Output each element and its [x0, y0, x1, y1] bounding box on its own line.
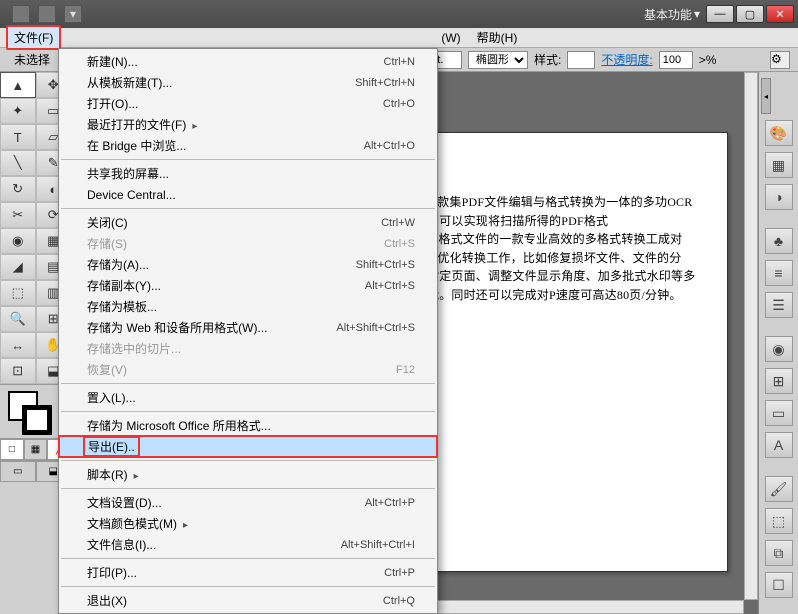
tool-20[interactable]: ↔ — [0, 332, 36, 358]
menu-item-恢复V: 恢复(V)F12 — [59, 359, 437, 380]
menu-item-存储副本Y[interactable]: 存储副本(Y)...Alt+Ctrl+S — [59, 275, 437, 296]
tool-12[interactable]: ◉ — [0, 228, 36, 254]
tool-6[interactable]: ╲ — [0, 150, 36, 176]
menu-item-退出X[interactable]: 退出(X)Ctrl+Q — [59, 590, 437, 611]
menu-item-存储为-Microsoft-Office-所用格式[interactable]: 存储为 Microsoft Office 所用格式... — [59, 415, 437, 436]
menu-bar: 文件(F) (W) 帮助(H) — [0, 28, 798, 48]
tool-18[interactable]: 🔍 — [0, 306, 36, 332]
shape-select[interactable]: 椭圆形 — [468, 51, 528, 69]
dock-collapse[interactable]: ◂ — [761, 78, 771, 114]
stroke-swatch[interactable] — [22, 405, 52, 435]
menu-window[interactable]: (W) — [435, 29, 466, 47]
color-mode-1[interactable]: □ — [0, 439, 24, 460]
menu-item-脚本R[interactable]: 脚本(R) — [59, 464, 437, 485]
dock-panel-8[interactable]: ▭ — [765, 400, 793, 426]
opacity-input[interactable] — [659, 51, 693, 69]
menu-item-从模板新建T[interactable]: 从模板新建(T)...Shift+Ctrl+N — [59, 72, 437, 93]
menu-item-在-Bridge-中浏览[interactable]: 在 Bridge 中浏览...Alt+Ctrl+O — [59, 135, 437, 156]
window-minimize-button[interactable]: — — [706, 5, 734, 23]
menu-item-置入L[interactable]: 置入(L)... — [59, 387, 437, 408]
color-mode-2[interactable]: ▦ — [24, 439, 48, 460]
tool-4[interactable]: T — [0, 124, 36, 150]
menu-item-存储选中的切片: 存储选中的切片... — [59, 338, 437, 359]
dock-panel-4[interactable]: ≡ — [765, 260, 793, 286]
selection-status: 未选择 — [8, 51, 56, 68]
menu-file[interactable]: 文件(F) — [6, 25, 61, 50]
tool-2[interactable]: ✦ — [0, 98, 36, 124]
menu-item-关闭C[interactable]: 关闭(C)Ctrl+W — [59, 212, 437, 233]
window-close-button[interactable]: ✕ — [766, 5, 794, 23]
menu-item-文档设置D[interactable]: 文档设置(D)...Alt+Ctrl+P — [59, 492, 437, 513]
dock-panel-5[interactable]: ☰ — [765, 292, 793, 318]
dock-panel-6[interactable]: ◉ — [765, 336, 793, 362]
menu-item-文档颜色模式M[interactable]: 文档颜色模式(M) — [59, 513, 437, 534]
opacity-pct: >% — [699, 53, 717, 67]
dock-panel-1[interactable]: ▦ — [765, 152, 793, 178]
dock-panel-9[interactable]: A — [765, 432, 793, 458]
dock-panel-7[interactable]: ⊞ — [765, 368, 793, 394]
style-swatch[interactable] — [567, 51, 595, 69]
tool-16[interactable]: ⬚ — [0, 280, 36, 306]
menu-item-打开O[interactable]: 打开(O)...Ctrl+O — [59, 93, 437, 114]
menu-item-导出E[interactable]: 导出(E).. — [59, 436, 437, 457]
dock-panel-11[interactable]: ⬚ — [765, 508, 793, 534]
app-icon-2[interactable] — [38, 5, 56, 23]
menu-help[interactable]: 帮助(H) — [471, 27, 524, 48]
tool-0[interactable]: ▲ — [0, 72, 36, 98]
menu-item-Device-Central[interactable]: Device Central... — [59, 184, 437, 205]
menu-item-共享我的屏幕[interactable]: 共享我的屏幕... — [59, 163, 437, 184]
scrollbar-vertical[interactable] — [744, 72, 758, 600]
screen-mode-1[interactable]: ▭ — [0, 461, 36, 482]
menu-item-存储为-Web-和设备所用格式W[interactable]: 存储为 Web 和设备所用格式(W)...Alt+Shift+Ctrl+S — [59, 317, 437, 338]
menu-item-文件信息I[interactable]: 文件信息(I)...Alt+Shift+Ctrl+I — [59, 534, 437, 555]
title-bar: ▾ 基本功能▾ — ▢ ✕ — [0, 0, 798, 28]
tool-14[interactable]: ◢ — [0, 254, 36, 280]
dock-panel-10[interactable]: 🖌 — [765, 476, 793, 502]
menu-item-存储S: 存储(S)Ctrl+S — [59, 233, 437, 254]
window-maximize-button[interactable]: ▢ — [736, 5, 764, 23]
tool-8[interactable]: ↻ — [0, 176, 36, 202]
menu-item-打印P[interactable]: 打印(P)...Ctrl+P — [59, 562, 437, 583]
dock-panel-3[interactable]: ♣ — [765, 228, 793, 254]
tool-22[interactable]: ⊡ — [0, 358, 36, 384]
app-icon-1[interactable] — [12, 5, 30, 23]
menu-item-存储为模板[interactable]: 存储为模板... — [59, 296, 437, 317]
dock-panel-2[interactable]: ◑ — [765, 184, 793, 210]
workspace-switcher[interactable]: 基本功能▾ — [644, 6, 700, 23]
app-icon-3[interactable]: ▾ — [64, 5, 82, 23]
menu-item-新建N[interactable]: 新建(N)...Ctrl+N — [59, 51, 437, 72]
opacity-label[interactable]: 不透明度: — [601, 51, 652, 68]
style-label: 样式: — [534, 51, 561, 68]
menu-item-存储为A[interactable]: 存储为(A)...Shift+Ctrl+S — [59, 254, 437, 275]
panel-dock: ◂ 🎨 ▦ ◑ ♣ ≡ ☰ ◉ ⊞ ▭ A 🖌 ⬚ ⧉ ☐ — [758, 72, 798, 614]
dock-panel-0[interactable]: 🎨 — [765, 120, 793, 146]
dock-panel-12[interactable]: ⧉ — [765, 540, 793, 566]
file-menu-dropdown: 新建(N)...Ctrl+N从模板新建(T)...Shift+Ctrl+N打开(… — [58, 48, 438, 614]
panel-menu-icon[interactable]: ⚙ — [770, 51, 790, 69]
dock-panel-13[interactable]: ☐ — [765, 572, 793, 598]
tool-10[interactable]: ✂ — [0, 202, 36, 228]
menu-item-最近打开的文件F[interactable]: 最近打开的文件(F) — [59, 114, 437, 135]
